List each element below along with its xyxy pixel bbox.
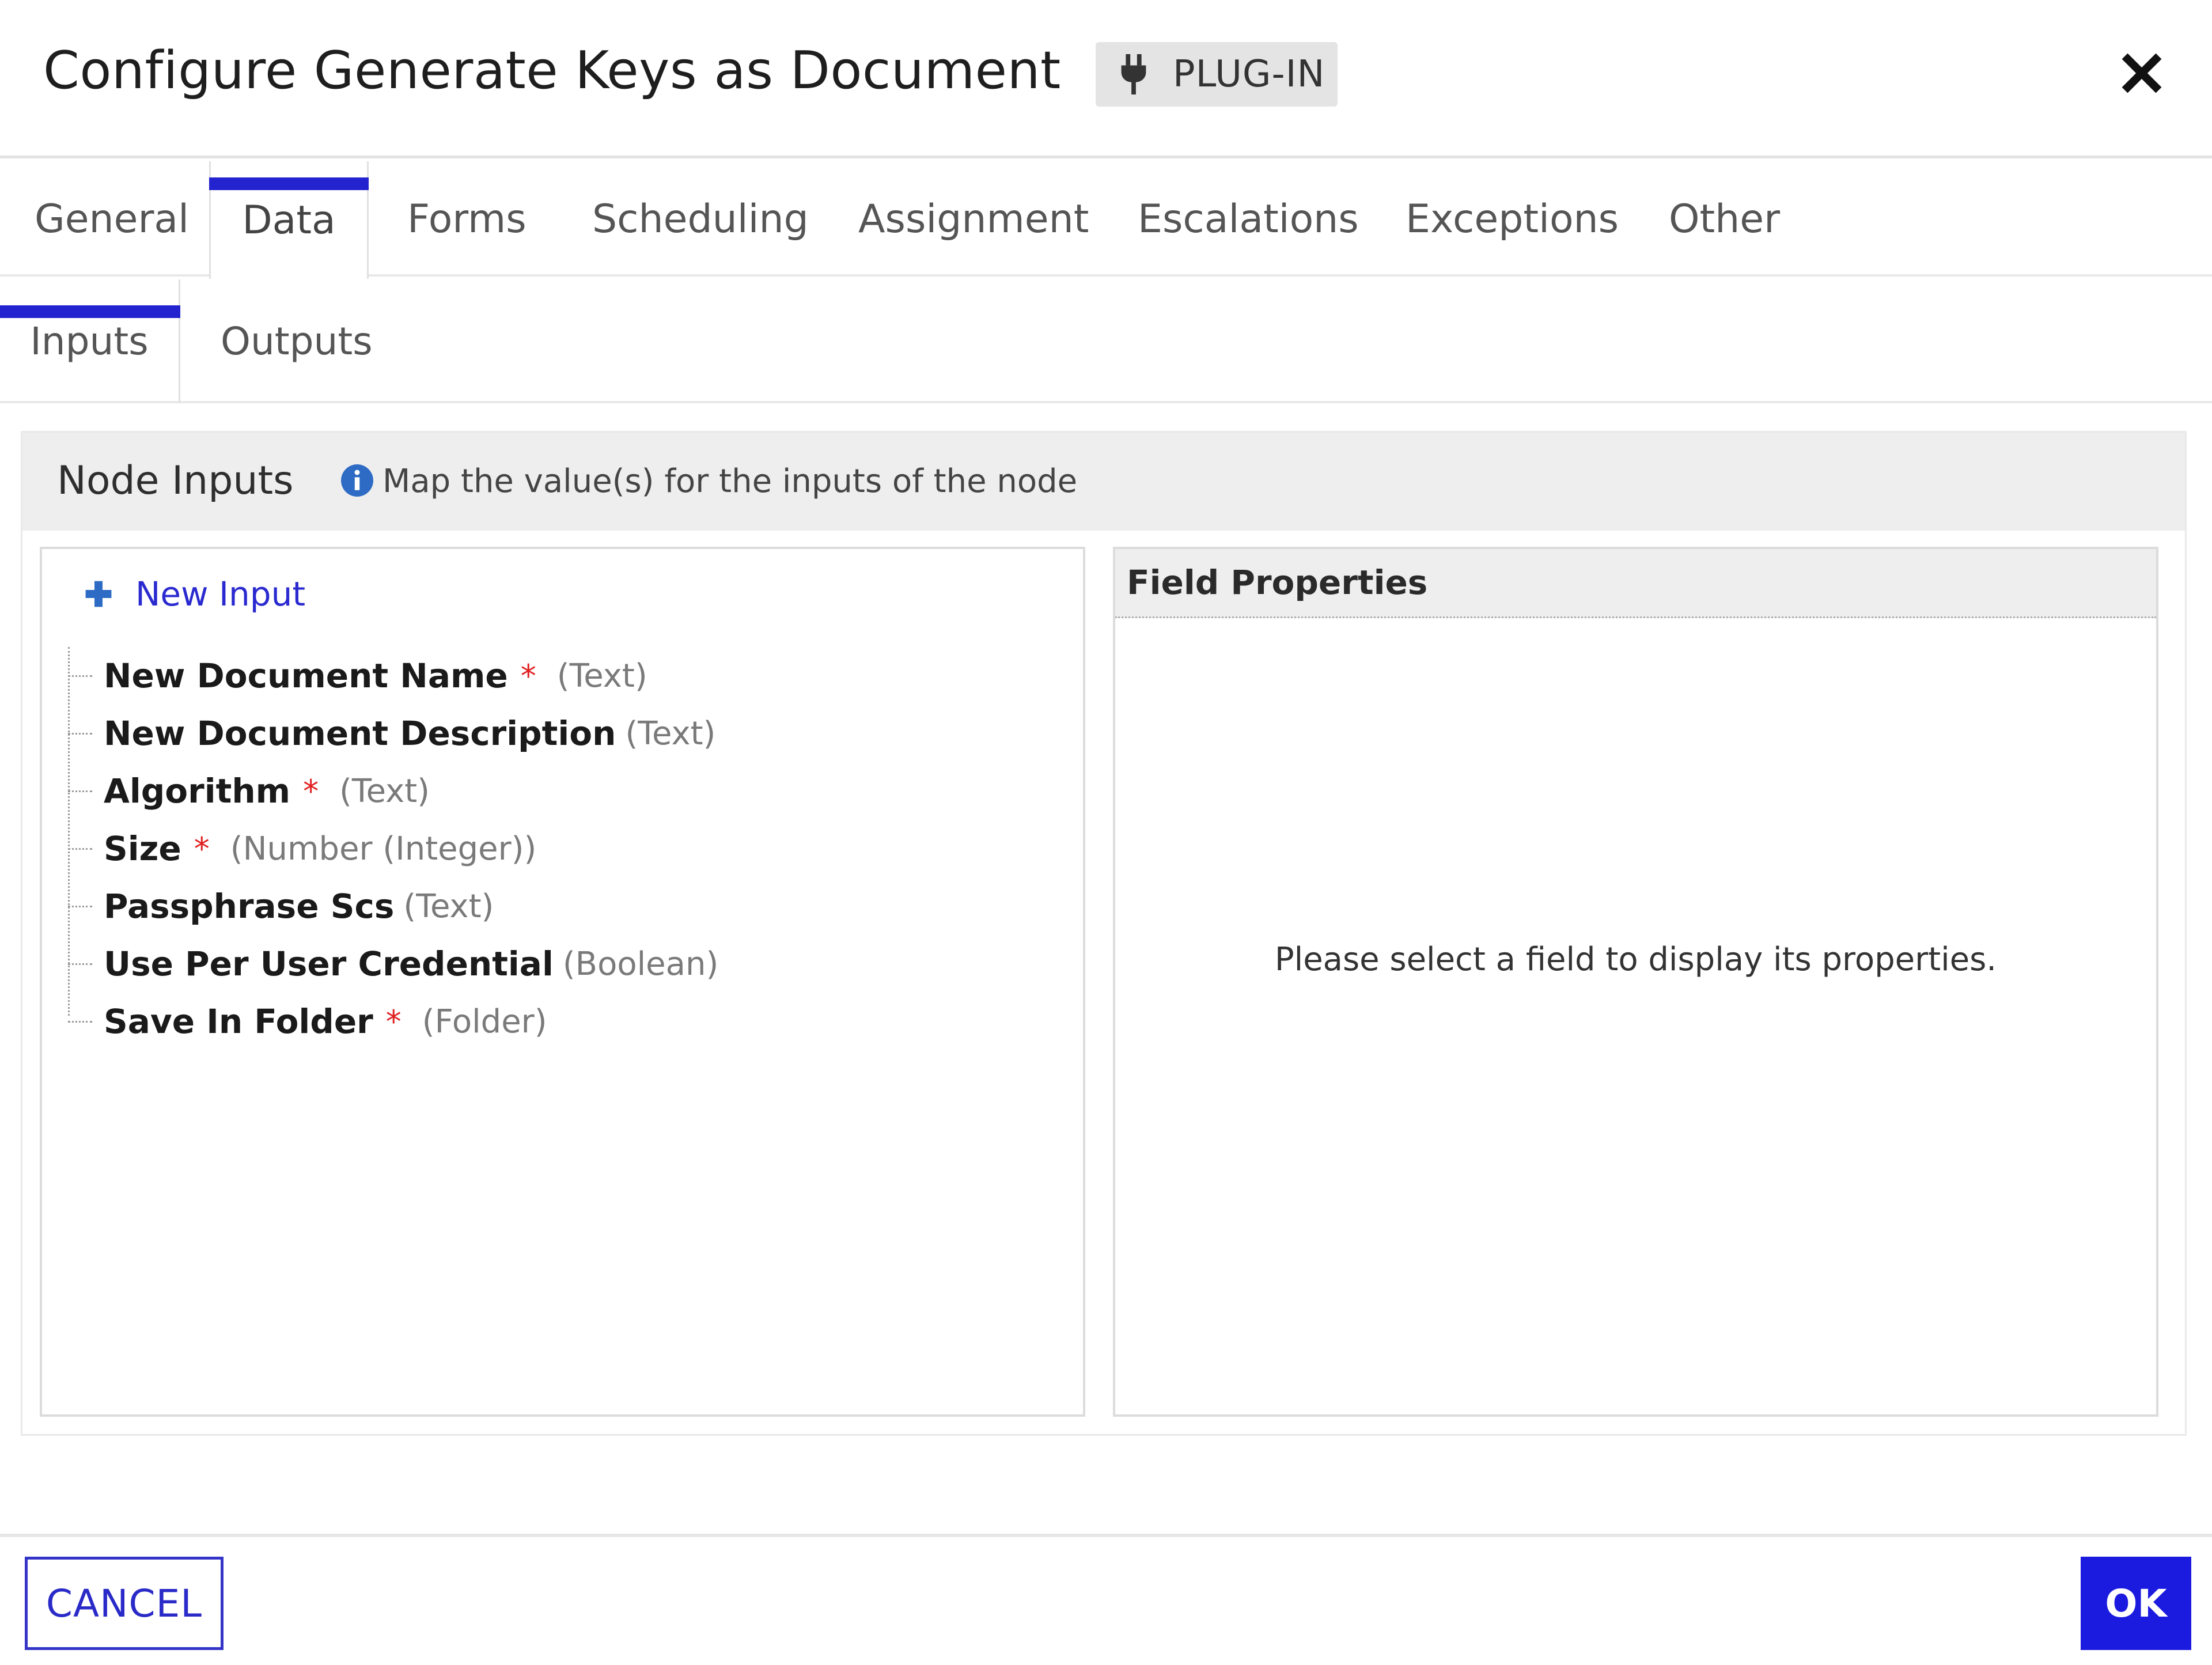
field-name: Use Per User Credential xyxy=(104,944,554,983)
plug-icon xyxy=(1121,54,1146,94)
field-type: (Text) xyxy=(403,887,494,925)
tree-item-new-document-description[interactable]: New Document Description (Text) xyxy=(68,705,715,762)
field-name: Save In Folder xyxy=(104,1002,373,1041)
close-icon[interactable] xyxy=(2122,53,2162,93)
tree-item-new-document-name[interactable]: New Document Name * (Text) xyxy=(68,647,647,705)
field-name: Algorithm xyxy=(104,771,291,811)
node-inputs-hint: Map the value(s) for the inputs of the n… xyxy=(382,463,1078,500)
plugin-badge-label: PLUG-IN xyxy=(1173,53,1325,96)
dialog-header: Configure Generate Keys as Document PLUG… xyxy=(0,0,2212,158)
input-tree: New Document Name * (Text) New Document … xyxy=(68,647,1047,1062)
tab-assignment[interactable]: Assignment xyxy=(858,161,1089,277)
field-type: (Folder) xyxy=(422,1002,547,1040)
tab-scheduling[interactable]: Scheduling xyxy=(592,161,809,277)
field-properties-header: Field Properties xyxy=(1115,549,2156,618)
input-list-box: New Input New Document Name * (Text) New… xyxy=(40,547,1085,1417)
field-type: (Text) xyxy=(625,714,716,752)
required-marker: * xyxy=(303,773,319,809)
secondary-tabs: Inputs Outputs xyxy=(0,279,2212,403)
field-type: (Text) xyxy=(339,772,430,810)
subtab-outputs[interactable]: Outputs xyxy=(221,279,373,403)
field-type: (Number (Integer)) xyxy=(230,830,537,868)
field-type: (Text) xyxy=(556,657,647,695)
tree-item-algorithm[interactable]: Algorithm * (Text) xyxy=(68,762,430,820)
field-name: Size xyxy=(104,829,181,868)
node-inputs-title: Node Inputs xyxy=(57,458,294,504)
field-name: New Document Name xyxy=(104,656,508,695)
tab-other[interactable]: Other xyxy=(1669,161,1780,277)
footer-divider xyxy=(0,1534,2212,1537)
tree-item-save-in-folder[interactable]: Save In Folder * (Folder) xyxy=(68,993,547,1050)
tab-data[interactable]: Data xyxy=(209,161,369,279)
field-properties-title: Field Properties xyxy=(1127,563,1428,602)
tab-forms[interactable]: Forms xyxy=(407,161,527,277)
field-name: Passphrase Scs xyxy=(104,887,395,926)
field-name: New Document Description xyxy=(104,714,616,753)
dialog-title: Configure Generate Keys as Document xyxy=(43,40,1061,101)
field-type: (Boolean) xyxy=(562,945,719,983)
tree-item-passphrase-scs[interactable]: Passphrase Scs (Text) xyxy=(68,877,494,935)
tree-item-use-per-user-credential[interactable]: Use Per User Credential (Boolean) xyxy=(68,935,718,993)
required-marker: * xyxy=(520,657,536,694)
tree-item-size[interactable]: Size * (Number (Integer)) xyxy=(68,820,536,877)
required-marker: * xyxy=(194,830,210,867)
subtab-inputs[interactable]: Inputs xyxy=(0,279,180,403)
tab-general[interactable]: General xyxy=(35,161,189,277)
plus-icon xyxy=(85,581,112,607)
plugin-badge: PLUG-IN xyxy=(1096,42,1338,107)
info-icon xyxy=(341,464,373,497)
tab-escalations[interactable]: Escalations xyxy=(1138,161,1359,277)
new-input-button[interactable]: New Input xyxy=(82,574,305,614)
tab-exceptions[interactable]: Exceptions xyxy=(1406,161,1619,277)
ok-button[interactable]: OK xyxy=(2081,1557,2191,1650)
new-input-label: New Input xyxy=(135,574,306,614)
primary-tabs: General Data Forms Scheduling Assignment… xyxy=(0,161,2212,279)
cancel-button[interactable]: CANCEL xyxy=(25,1557,224,1650)
node-inputs-header: Node Inputs Map the value(s) for the inp… xyxy=(22,433,2185,531)
required-marker: * xyxy=(385,1003,402,1040)
node-inputs-panel: Node Inputs Map the value(s) for the inp… xyxy=(21,431,2187,1436)
field-properties-empty-message: Please select a field to display its pro… xyxy=(1274,941,1997,978)
field-properties-box: Field Properties Please select a field t… xyxy=(1113,547,2158,1417)
